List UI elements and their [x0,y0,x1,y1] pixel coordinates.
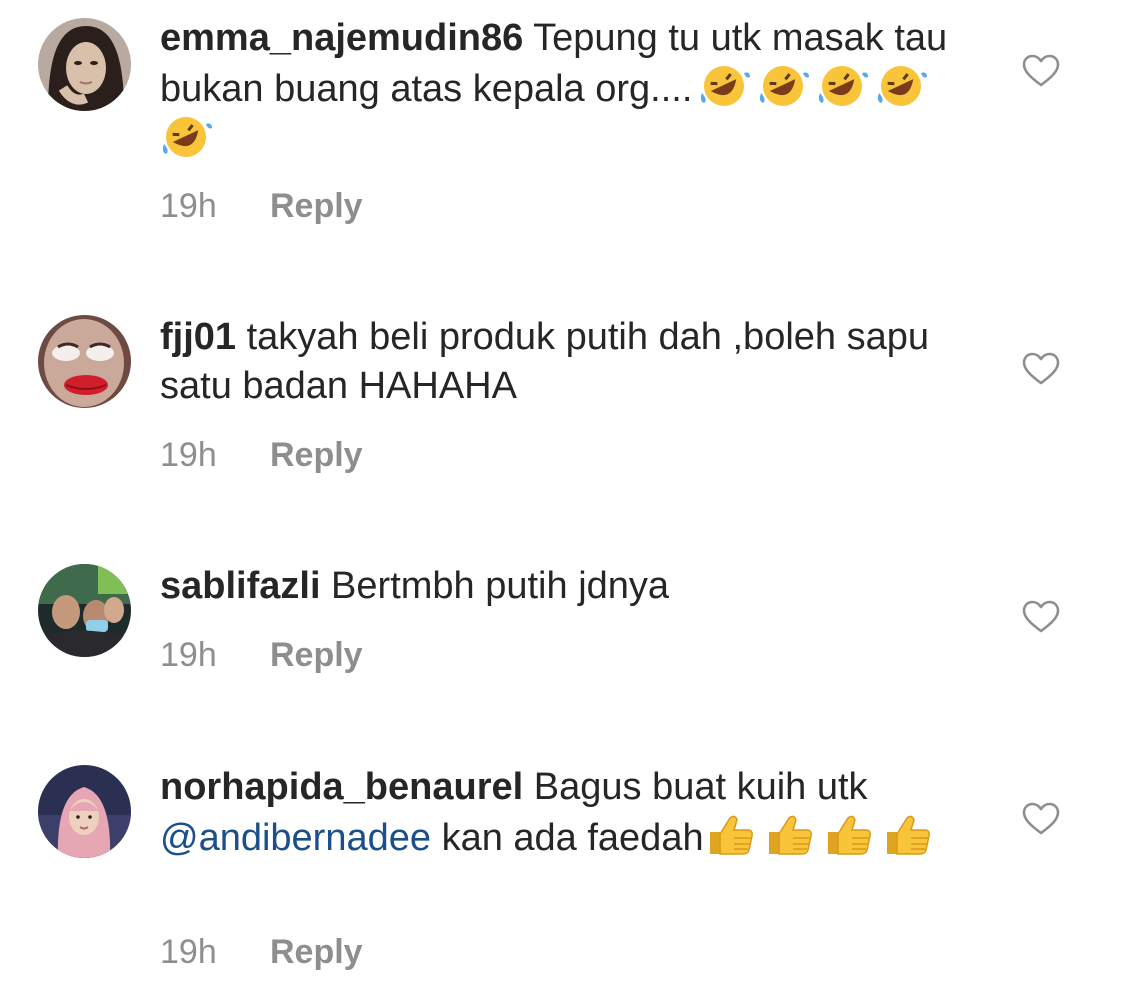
heart-outline-icon[interactable] [1022,802,1060,836]
comment-username[interactable]: norhapida_benaurel [160,766,523,808]
rolling-on-floor-laughing-emoji [760,66,810,106]
rolling-on-floor-laughing-emoji [878,66,928,106]
comment-body: takyah beli produk putih dah ,boleh sapu… [160,316,929,407]
comment-meta: 19h Reply [160,635,363,675]
reply-button[interactable]: Reply [270,636,363,674]
comment-username[interactable]: emma_najemudin86 [160,17,523,59]
rolling-on-floor-laughing-emoji [701,66,751,106]
heart-outline-icon[interactable] [1022,352,1060,386]
comment-text: norhapida_benaurel Bagus buat kuih utk @… [160,763,990,863]
thumbs-up-emoji [709,815,753,855]
comment-username[interactable]: sablifazli [160,565,321,607]
comment-body: Bagus buat kuih utk [523,766,868,808]
comment-timestamp: 19h [160,187,217,225]
reply-button[interactable]: Reply [270,436,363,474]
reply-button[interactable]: Reply [270,933,363,971]
heart-outline-icon[interactable] [1022,600,1060,634]
heart-outline-icon[interactable] [1022,54,1060,88]
emoji-group [704,815,940,859]
comment-text: sablifazli Bertmbh putih jdnya [160,562,990,611]
rolling-on-floor-laughing-emoji [162,117,212,157]
rolling-on-floor-laughing-emoji [819,66,869,106]
avatar[interactable] [38,315,131,408]
comment-meta: 19h Reply [160,186,363,226]
comment-text: fjj01 takyah beli produk putih dah ,bole… [160,313,990,411]
mention-link[interactable]: @andibernadee [160,817,431,859]
thumbs-up-emoji [886,815,930,855]
thumbs-up-emoji [827,815,871,855]
comment-timestamp: 19h [160,933,217,971]
comment-timestamp: 19h [160,636,217,674]
comment-username[interactable]: fjj01 [160,316,236,358]
comment-body: Bertmbh putih jdnya [320,565,670,607]
comment-timestamp: 19h [160,436,217,474]
reply-button[interactable]: Reply [270,187,363,225]
avatar[interactable] [38,18,131,111]
comment-body-continued: kan ada faedah [431,817,704,859]
avatar[interactable] [38,765,131,858]
comment-text: emma_najemudin86 Tepung tu utk masak tau… [160,14,990,165]
comment-meta: 19h Reply [160,435,363,475]
thumbs-up-emoji [768,815,812,855]
avatar[interactable] [38,564,131,657]
comment-meta: 19h Reply [160,932,363,972]
